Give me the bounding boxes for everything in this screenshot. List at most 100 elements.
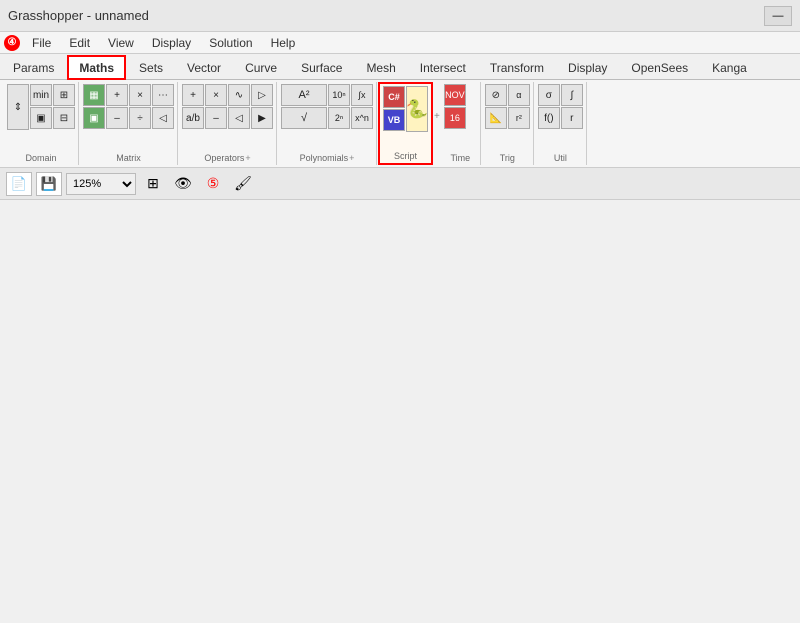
tab-intersect[interactable]: Intersect	[409, 55, 477, 80]
matrix-btn-6[interactable]: ÷	[129, 107, 151, 129]
poly-col1: A² √	[281, 84, 327, 129]
script-col2: 🐍	[406, 86, 428, 132]
matrix-btn-3[interactable]: +	[106, 84, 128, 106]
operators-buttons: + a/b × – ∿ ◁ ▷ ▶	[182, 84, 273, 151]
tab-mesh[interactable]: Mesh	[355, 55, 406, 80]
zoom-extents-btn[interactable]: 👁	[170, 172, 196, 196]
matrix-btn-5[interactable]: ×	[129, 84, 151, 106]
domain-col1: ⇕	[7, 84, 29, 130]
trig-buttons: ⊘ 📐 α r²	[485, 84, 530, 151]
window-controls: —	[764, 6, 792, 26]
op-col2: × –	[205, 84, 227, 129]
matrix-col4: ⋯ ◁	[152, 84, 174, 129]
menu-help[interactable]: Help	[263, 34, 304, 52]
polynomials-label: Polynomials +	[300, 153, 355, 163]
poly-btn-5[interactable]: ∫x	[351, 84, 373, 106]
util-buttons: σ f() ∫ r	[538, 84, 583, 151]
menu-display[interactable]: Display	[144, 34, 199, 52]
title-bar: Grasshopper - unnamed —	[0, 0, 800, 32]
op-btn-8[interactable]: ▶	[251, 107, 273, 129]
domain-buttons: ⇕ min ▣ ⊞ ⊟	[7, 84, 75, 151]
op-btn-7[interactable]: ▷	[251, 84, 273, 106]
poly-btn-2[interactable]: √	[281, 107, 327, 129]
script-plus[interactable]: +	[434, 82, 440, 165]
ribbon: ⇕ min ▣ ⊞ ⊟ Domain ▦ ▣ + – ×	[0, 80, 800, 168]
domain-col3: ⊞ ⊟	[53, 84, 75, 129]
trig-btn-4[interactable]: r²	[508, 107, 530, 129]
tab-display[interactable]: Display	[557, 55, 618, 80]
op-btn-6[interactable]: ◁	[228, 107, 250, 129]
op-col1: + a/b	[182, 84, 204, 129]
poly-btn-6[interactable]: x^n	[351, 107, 373, 129]
polynomials-buttons: A² √ 10ⁿ 2ⁿ ∫x x^n	[281, 84, 373, 151]
tab-sets[interactable]: Sets	[128, 55, 174, 80]
ribbon-group-trig: ⊘ 📐 α r² Trig	[482, 82, 534, 165]
matrix-buttons: ▦ ▣ + – × ÷ ⋯ ◁	[83, 84, 174, 151]
op-btn-4[interactable]: –	[205, 107, 227, 129]
fit-view-btn[interactable]: ⊞	[140, 172, 166, 196]
poly-btn-1[interactable]: A²	[281, 84, 327, 106]
menu-file[interactable]: File	[24, 34, 59, 52]
time-btn-2[interactable]: 16	[444, 107, 466, 129]
op-btn-5[interactable]: ∿	[228, 84, 250, 106]
trig-btn-2[interactable]: 📐	[485, 107, 507, 129]
trig-btn-1[interactable]: ⊘	[485, 84, 507, 106]
util-btn-1[interactable]: σ	[538, 84, 560, 106]
matrix-btn-1[interactable]: ▦	[83, 84, 105, 106]
polynomials-add[interactable]: +	[349, 153, 354, 163]
domain-btn-1[interactable]: ⇕	[7, 84, 29, 130]
ribbon-group-time: NOV 16 Time	[441, 82, 481, 165]
trig-col2: α r²	[508, 84, 530, 129]
tab-params[interactable]: Params	[2, 55, 65, 80]
poly-btn-4[interactable]: 2ⁿ	[328, 107, 350, 129]
operators-label: Operators +	[204, 153, 250, 163]
tab-maths[interactable]: Maths	[67, 55, 126, 80]
trig-btn-3[interactable]: α	[508, 84, 530, 106]
domain-btn-3[interactable]: ▣	[30, 107, 52, 129]
matrix-col2: + –	[106, 84, 128, 129]
toolbar-new-btn[interactable]: 📄	[6, 172, 32, 196]
trig-label: Trig	[500, 153, 515, 163]
domain-btn-4[interactable]: ⊞	[53, 84, 75, 106]
op-col3: ∿ ◁	[228, 84, 250, 129]
script-label: Script	[394, 151, 417, 161]
ribbon-group-domain: ⇕ min ▣ ⊞ ⊟ Domain	[4, 82, 79, 165]
poly-btn-3[interactable]: 10ⁿ	[328, 84, 350, 106]
util-btn-2[interactable]: f()	[538, 107, 560, 129]
script-btn-python[interactable]: 🐍	[406, 86, 428, 132]
tab-kanga[interactable]: Kanga	[701, 55, 758, 80]
ribbon-tabs: Params Maths Sets Vector Curve Surface M…	[0, 54, 800, 80]
op-btn-1[interactable]: +	[182, 84, 204, 106]
zoom-select[interactable]: 125% 100% 75%	[66, 173, 136, 195]
matrix-btn-8[interactable]: ◁	[152, 107, 174, 129]
menu-solution[interactable]: Solution	[201, 34, 260, 52]
script-btn-csharp[interactable]: C#	[383, 86, 405, 108]
op-btn-3[interactable]: ×	[205, 84, 227, 106]
operators-add[interactable]: +	[245, 153, 250, 163]
tab-vector[interactable]: Vector	[176, 55, 232, 80]
menu-edit[interactable]: Edit	[61, 34, 98, 52]
domain-btn-2[interactable]: min	[30, 84, 52, 106]
toolbar-paint-btn[interactable]: 🖌	[230, 172, 256, 196]
time-btn-1[interactable]: NOV	[444, 84, 466, 106]
time-col1: NOV 16	[444, 84, 466, 129]
window-title: Grasshopper - unnamed	[8, 8, 149, 23]
poly-col2: 10ⁿ 2ⁿ	[328, 84, 350, 129]
tab-opensees[interactable]: OpenSees	[620, 55, 699, 80]
domain-btn-5[interactable]: ⊟	[53, 107, 75, 129]
util-btn-3[interactable]: ∫	[561, 84, 583, 106]
tab-curve[interactable]: Curve	[234, 55, 288, 80]
util-col2: ∫ r	[561, 84, 583, 129]
script-btn-vb[interactable]: VB	[383, 109, 405, 131]
menu-view[interactable]: View	[100, 34, 142, 52]
matrix-btn-2[interactable]: ▣	[83, 107, 105, 129]
util-btn-4[interactable]: r	[561, 107, 583, 129]
matrix-btn-4[interactable]: –	[106, 107, 128, 129]
minimize-button[interactable]: —	[764, 6, 792, 26]
toolbar-save-btn[interactable]: 💾	[36, 172, 62, 196]
script-buttons: C# VB 🐍	[383, 86, 428, 149]
tab-surface[interactable]: Surface	[290, 55, 353, 80]
op-btn-2[interactable]: a/b	[182, 107, 204, 129]
matrix-btn-7[interactable]: ⋯	[152, 84, 174, 106]
tab-transform[interactable]: Transform	[479, 55, 555, 80]
